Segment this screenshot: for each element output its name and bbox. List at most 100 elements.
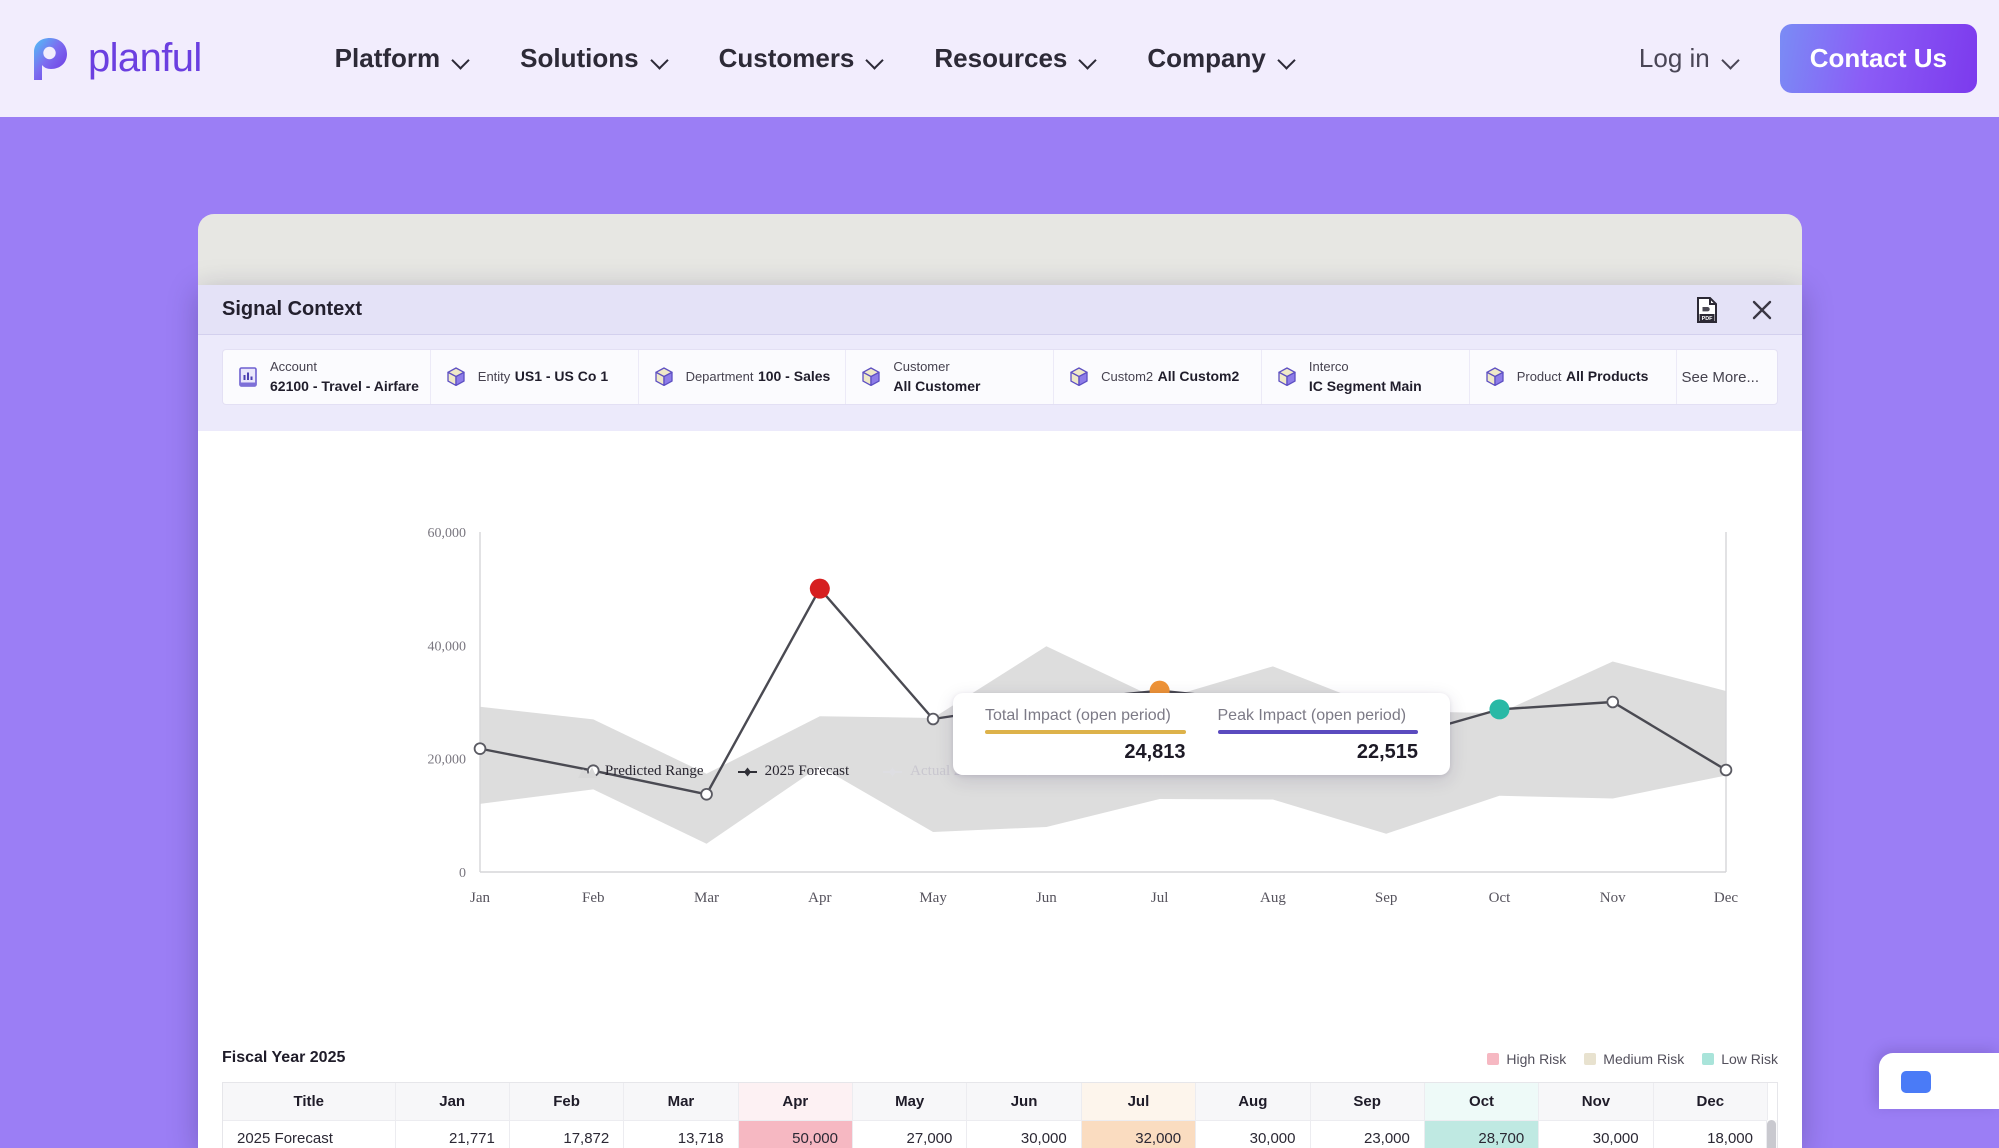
- close-icon[interactable]: [1750, 298, 1774, 322]
- y-tick-label: 0: [459, 866, 466, 881]
- table-row[interactable]: 2025 Forecast21,77117,87213,71850,00027,…: [223, 1120, 1768, 1148]
- x-tick-label: Feb: [582, 890, 605, 906]
- chip-value: IC Segment Main: [1309, 378, 1422, 394]
- see-more-link[interactable]: See More...: [1677, 350, 1777, 404]
- context-chip-text: Account 62100 - Travel - Airfare: [270, 357, 416, 397]
- column-header-may[interactable]: May: [853, 1083, 967, 1120]
- risk-legend-high: High Risk: [1487, 1051, 1566, 1067]
- legend-label: Predicted Range: [605, 763, 704, 780]
- predicted-range-swatch-icon: [578, 766, 597, 778]
- modal-header: Signal Context PDF: [198, 285, 1802, 335]
- login-menu[interactable]: Log in: [1615, 43, 1764, 74]
- x-tick-label: Jun: [1036, 890, 1057, 906]
- forecast-marker: [928, 714, 939, 725]
- nav-item-customers[interactable]: Customers: [694, 43, 910, 74]
- column-header-feb[interactable]: Feb: [509, 1083, 623, 1120]
- context-chip-custom2[interactable]: Custom2 All Custom2: [1054, 350, 1262, 404]
- context-chip-interco[interactable]: Interco IC Segment Main: [1262, 350, 1470, 404]
- chip-label: Product: [1517, 369, 1562, 384]
- nav-item-resources[interactable]: Resources: [909, 43, 1122, 74]
- legend-item-2025-forecast[interactable]: 2025 Forecast: [738, 763, 850, 780]
- chat-widget-button[interactable]: [1879, 1053, 1999, 1109]
- context-chip-account[interactable]: Account 62100 - Travel - Airfare: [223, 350, 431, 404]
- nav-label: Solutions: [520, 43, 638, 74]
- cube-icon: [1276, 366, 1298, 388]
- cube-icon: [653, 366, 675, 388]
- table-cell: 30,000: [1539, 1120, 1653, 1148]
- table-cell: 18,000: [1653, 1120, 1767, 1148]
- total-impact-metric: Total Impact (open period) 24,813: [985, 707, 1186, 763]
- chip-value: All Customer: [893, 378, 980, 394]
- column-header-dec[interactable]: Dec: [1653, 1083, 1767, 1120]
- table-cell: 17,872: [509, 1120, 623, 1148]
- context-chip-product[interactable]: Product All Products: [1470, 350, 1678, 404]
- page-background: Signal Context PDF: [0, 117, 1999, 1109]
- column-header-title[interactable]: Title: [223, 1083, 395, 1120]
- x-tick-label: Oct: [1489, 890, 1511, 906]
- column-header-jan[interactable]: Jan: [395, 1083, 509, 1120]
- x-tick-label: Nov: [1600, 890, 1626, 906]
- chip-value: All Custom2: [1158, 368, 1240, 384]
- cube-icon: [1068, 366, 1090, 388]
- x-tick-label: Apr: [808, 890, 831, 906]
- y-tick-label: 40,000: [428, 639, 467, 654]
- column-header-apr[interactable]: Apr: [738, 1083, 852, 1120]
- table-cell: 21,771: [395, 1120, 509, 1148]
- forecast-highlight-marker: [810, 579, 830, 599]
- modal-header-actions: PDF: [1696, 297, 1774, 323]
- pdf-export-icon[interactable]: PDF: [1696, 297, 1718, 323]
- forecast-marker: [475, 743, 486, 754]
- column-header-oct[interactable]: Oct: [1424, 1083, 1538, 1120]
- x-tick-label: May: [919, 890, 947, 906]
- brand-logo[interactable]: planful: [28, 36, 202, 82]
- context-chip-department[interactable]: Department 100 - Sales: [639, 350, 847, 404]
- chip-value: US1 - US Co 1: [515, 368, 608, 384]
- context-chip-text: Entity US1 - US Co 1: [478, 367, 608, 387]
- total-impact-accent-rule: [985, 730, 1186, 734]
- column-header-aug[interactable]: Aug: [1196, 1083, 1310, 1120]
- nav-item-company[interactable]: Company: [1122, 43, 1320, 74]
- scrollbar-thumb[interactable]: [1767, 1120, 1776, 1148]
- context-chip-text: Product All Products: [1517, 367, 1649, 387]
- column-header-jul[interactable]: Jul: [1081, 1083, 1195, 1120]
- cube-icon: [445, 366, 467, 388]
- chevron-down-icon: [453, 54, 470, 64]
- nav-item-solutions[interactable]: Solutions: [495, 43, 693, 74]
- chip-label: Account: [270, 359, 317, 374]
- chip-value: All Products: [1566, 368, 1648, 384]
- forecast-table: TitleJanFebMarAprMayJunJulAugSepOctNovDe…: [223, 1083, 1768, 1148]
- medium-risk-swatch-icon: [1584, 1053, 1596, 1065]
- context-chip-text: Interco IC Segment Main: [1309, 357, 1455, 397]
- column-header-jun[interactable]: Jun: [967, 1083, 1081, 1120]
- chip-label: Entity: [478, 369, 511, 384]
- chip-label: Customer: [893, 359, 949, 374]
- column-header-sep[interactable]: Sep: [1310, 1083, 1424, 1120]
- vertical-scrollbar[interactable]: [1766, 1120, 1777, 1148]
- context-chip-customer[interactable]: Customer All Customer: [846, 350, 1054, 404]
- cube-icon: [1484, 366, 1506, 388]
- column-header-mar[interactable]: Mar: [624, 1083, 738, 1120]
- forecast-marker: [1607, 697, 1618, 708]
- chevron-down-icon: [1279, 54, 1296, 64]
- svg-text:PDF: PDF: [1702, 316, 1713, 322]
- nav-label: Platform: [335, 43, 440, 74]
- risk-legend-label: Medium Risk: [1603, 1051, 1684, 1067]
- table-cell: 30,000: [967, 1120, 1081, 1148]
- table-header-row: TitleJanFebMarAprMayJunJulAugSepOctNovDe…: [223, 1083, 1768, 1120]
- context-chip-text: Department 100 - Sales: [686, 367, 831, 387]
- column-header-nov[interactable]: Nov: [1539, 1083, 1653, 1120]
- table-cell: 28,700: [1424, 1120, 1538, 1148]
- legend-item-predicted-range[interactable]: Predicted Range: [578, 763, 704, 780]
- forecast-table-head: TitleJanFebMarAprMayJunJulAugSepOctNovDe…: [223, 1083, 1768, 1120]
- nav-item-platform[interactable]: Platform: [310, 43, 495, 74]
- planful-logo-icon: [28, 36, 74, 82]
- context-chip-entity[interactable]: Entity US1 - US Co 1: [431, 350, 639, 404]
- chip-label: Custom2: [1101, 369, 1153, 384]
- forecast-table-zone: Fiscal Year 2025 High Risk Medium Risk L…: [198, 1082, 1802, 1148]
- chip-value: 100 - Sales: [758, 368, 830, 384]
- peak-impact-accent-rule: [1218, 730, 1419, 734]
- peak-impact-label: Peak Impact (open period): [1218, 707, 1419, 730]
- forecast-chart: 020,00040,00060,000JanFebMarAprMayJunJul…: [198, 490, 1802, 1070]
- forecast-table-scroll[interactable]: TitleJanFebMarAprMayJunJulAugSepOctNovDe…: [222, 1082, 1778, 1148]
- contact-us-button[interactable]: Contact Us: [1780, 24, 1977, 93]
